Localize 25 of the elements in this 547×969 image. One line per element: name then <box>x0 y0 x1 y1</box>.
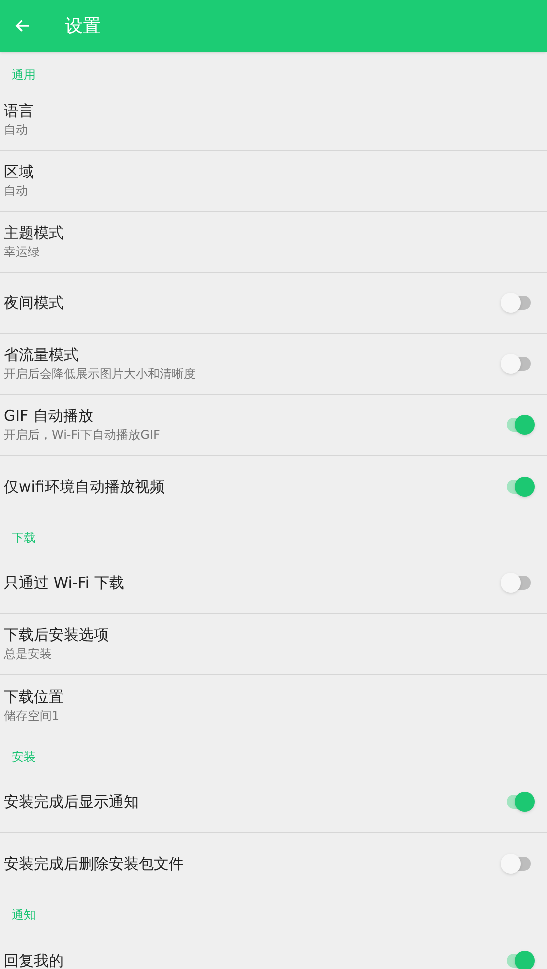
setting-summary: 幸运绿 <box>4 244 41 261</box>
setting-label: 安装完成后显示通知 <box>4 792 140 812</box>
section-header: 下载 <box>12 530 36 547</box>
setting-label: 下载位置 <box>4 686 65 706</box>
setting-label: 省流量模式 <box>4 345 80 365</box>
setting-label: 区域 <box>4 162 35 182</box>
setting-summary: 储存空间1 <box>4 708 61 724</box>
setting-label: 仅wifi环境自动播放视频 <box>4 476 166 496</box>
setting-label: 下载后安装选项 <box>4 625 110 645</box>
setting-summary: 自动 <box>4 183 29 200</box>
setting-summary: 自动 <box>4 122 29 139</box>
app-bar-title: 设置 <box>65 14 101 38</box>
section-header: 通知 <box>12 907 36 924</box>
setting-label: GIF 自动播放 <box>4 406 94 426</box>
setting-label: 夜间模式 <box>4 293 65 313</box>
setting-label: 语言 <box>4 101 35 121</box>
setting-summary: 开启后会降低展示图片大小和清晰度 <box>4 366 197 383</box>
setting-label: 主题模式 <box>4 223 65 243</box>
setting-summary: 总是安装 <box>4 646 53 663</box>
section-header: 安装 <box>12 749 36 766</box>
setting-label: 回复我的 <box>4 950 65 969</box>
setting-summary: 开启后，Wi-Fi下自动播放GIF <box>4 427 162 444</box>
setting-label: 只通过 Wi-Fi 下载 <box>4 573 126 593</box>
section-header: 通用 <box>12 67 36 84</box>
setting-label: 安装完成后删除安装包文件 <box>4 854 185 874</box>
